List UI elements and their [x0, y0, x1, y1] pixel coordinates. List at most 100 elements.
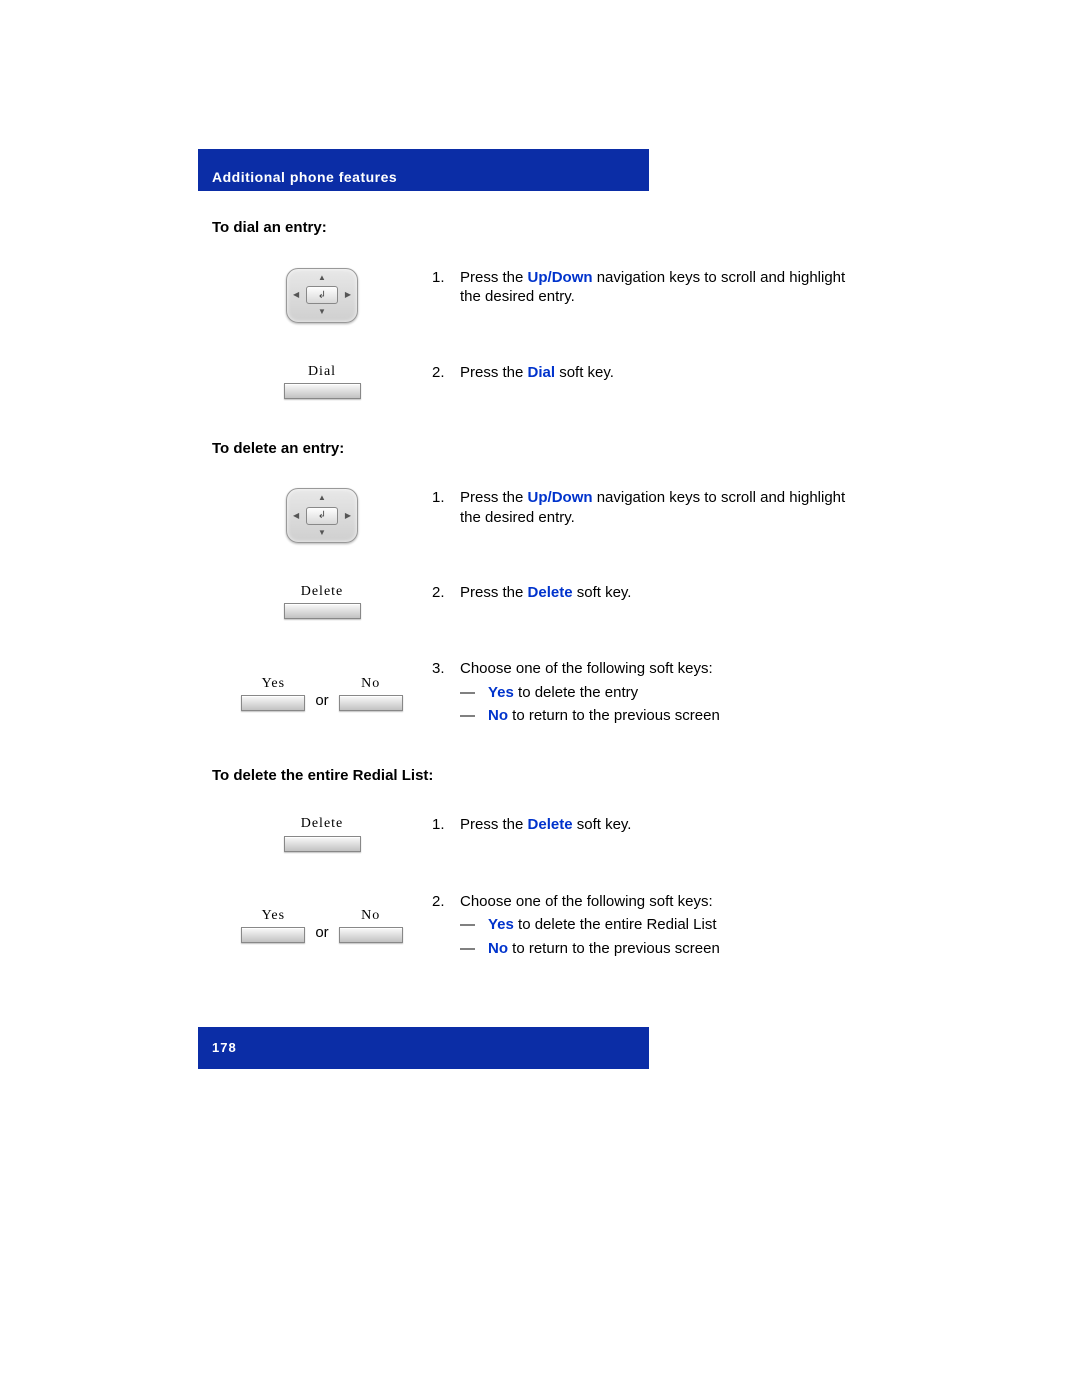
softkey-no-icon: No	[339, 907, 403, 943]
key-name: Up/Down	[528, 269, 593, 286]
step-row: ▲ ▼ ◀ ▶ ↲ 1. Press the Up/Down navigatio…	[212, 488, 862, 543]
softkey-no-icon: No	[339, 675, 403, 711]
step-number: 1.	[432, 268, 460, 307]
softkey-button-icon	[241, 695, 305, 711]
softkey-yes-icon: Yes	[241, 907, 305, 943]
key-name: Yes	[488, 684, 514, 701]
step-body: Choose one of the following soft keys:	[460, 659, 862, 679]
softkey-label: Delete	[301, 815, 344, 833]
softkey-button-icon	[339, 695, 403, 711]
enter-icon: ↲	[306, 507, 338, 525]
step-number: 1.	[432, 488, 460, 527]
sub-item: — Yes to delete the entire Redial List	[460, 915, 862, 935]
key-name: Yes	[488, 916, 514, 933]
step-row: Delete 2. Press the Delete soft key.	[212, 583, 862, 619]
page: Additional phone features To dial an ent…	[0, 0, 1080, 1397]
dash: —	[460, 915, 488, 935]
text: soft key.	[573, 584, 632, 601]
step-number: 1.	[432, 815, 460, 835]
key-column: Delete	[212, 583, 432, 619]
step-row: Dial 2. Press the Dial soft key.	[212, 363, 862, 399]
step-number: 2.	[432, 892, 460, 912]
step-number: 2.	[432, 583, 460, 603]
key-name: Delete	[528, 584, 573, 601]
or-text: or	[315, 923, 328, 943]
nav-key-icon: ▲ ▼ ◀ ▶ ↲	[286, 488, 358, 543]
text-column: 1. Press the Up/Down navigation keys to …	[432, 268, 862, 323]
step-row: ▲ ▼ ◀ ▶ ↲ 1. Press the Up/Down navigatio…	[212, 268, 862, 323]
sub-item: — No to return to the previous screen	[460, 939, 862, 959]
key-name: No	[488, 707, 508, 724]
key-name: Delete	[528, 816, 573, 833]
chevron-down-icon: ▼	[318, 307, 326, 317]
step-row: Yes or No 3. Choose one of the following…	[212, 659, 862, 726]
step-line: 3. Choose one of the following soft keys…	[432, 659, 862, 679]
key-name: Up/Down	[528, 489, 593, 506]
chevron-down-icon: ▼	[318, 528, 326, 538]
softkey-label: Yes	[262, 675, 285, 693]
step-number: 2.	[432, 363, 460, 383]
text: soft key.	[555, 364, 614, 381]
key-column: Delete	[212, 815, 432, 851]
sub-body: Yes to delete the entire Redial List	[488, 915, 862, 935]
step-line: 1. Press the Up/Down navigation keys to …	[432, 488, 862, 527]
softkey-icon: Delete	[284, 815, 361, 851]
sub-item: — No to return to the previous screen	[460, 706, 862, 726]
softkey-label: Delete	[301, 583, 344, 601]
sub-body: No to return to the previous screen	[488, 706, 862, 726]
text: Press the	[460, 584, 528, 601]
text: Press the	[460, 364, 528, 381]
key-column: Dial	[212, 363, 432, 399]
text: to return to the previous screen	[508, 707, 720, 724]
step-body: Press the Delete soft key.	[460, 815, 862, 835]
chevron-up-icon: ▲	[318, 273, 326, 283]
key-column: Yes or No	[212, 892, 432, 959]
softkey-button-icon	[284, 836, 361, 852]
header-title: Additional phone features	[212, 168, 397, 186]
footer-bar: 178	[198, 1027, 649, 1069]
key-column: ▲ ▼ ◀ ▶ ↲	[212, 488, 432, 543]
step-line: 1. Press the Up/Down navigation keys to …	[432, 268, 862, 307]
section-heading-delete: To delete an entry:	[212, 439, 862, 459]
softkey-label: No	[361, 675, 380, 693]
dash: —	[460, 706, 488, 726]
text-column: 3. Choose one of the following soft keys…	[432, 659, 862, 726]
dash: —	[460, 939, 488, 959]
softkey-label: No	[361, 907, 380, 925]
header-bar: Additional phone features	[198, 149, 649, 191]
text-column: 2. Press the Dial soft key.	[432, 363, 862, 399]
chevron-up-icon: ▲	[318, 493, 326, 503]
section-heading-delete-all: To delete the entire Redial List:	[212, 766, 862, 786]
step-body: Press the Up/Down navigation keys to scr…	[460, 488, 862, 527]
step-body: Press the Delete soft key.	[460, 583, 862, 603]
key-column: Yes or No	[212, 659, 432, 726]
or-text: or	[315, 691, 328, 711]
text: to delete the entire Redial List	[514, 916, 717, 933]
enter-icon: ↲	[306, 286, 338, 304]
section-heading-dial: To dial an entry:	[212, 218, 862, 238]
step-number: 3.	[432, 659, 460, 679]
step-body: Press the Up/Down navigation keys to scr…	[460, 268, 862, 307]
text: Press the	[460, 269, 528, 286]
softkey-button-icon	[241, 927, 305, 943]
chevron-left-icon: ◀	[293, 510, 299, 520]
softkey-button-icon	[284, 383, 361, 399]
sub-item: — Yes to delete the entry	[460, 683, 862, 703]
sub-body: Yes to delete the entry	[488, 683, 862, 703]
softkey-button-icon	[339, 927, 403, 943]
step-row: Delete 1. Press the Delete soft key.	[212, 815, 862, 851]
softkey-label: Yes	[262, 907, 285, 925]
step-line: 1. Press the Delete soft key.	[432, 815, 862, 835]
dash: —	[460, 683, 488, 703]
page-number: 178	[212, 1040, 237, 1057]
softkey-icon: Dial	[284, 363, 361, 399]
key-column: ▲ ▼ ◀ ▶ ↲	[212, 268, 432, 323]
chevron-right-icon: ▶	[345, 290, 351, 300]
chevron-right-icon: ▶	[345, 510, 351, 520]
content-area: To dial an entry: ▲ ▼ ◀ ▶ ↲ 1. Press the…	[212, 218, 862, 998]
text-column: 1. Press the Up/Down navigation keys to …	[432, 488, 862, 543]
softkey-button-icon	[284, 603, 361, 619]
step-body: Press the Dial soft key.	[460, 363, 862, 383]
chevron-left-icon: ◀	[293, 290, 299, 300]
text: Press the	[460, 489, 528, 506]
